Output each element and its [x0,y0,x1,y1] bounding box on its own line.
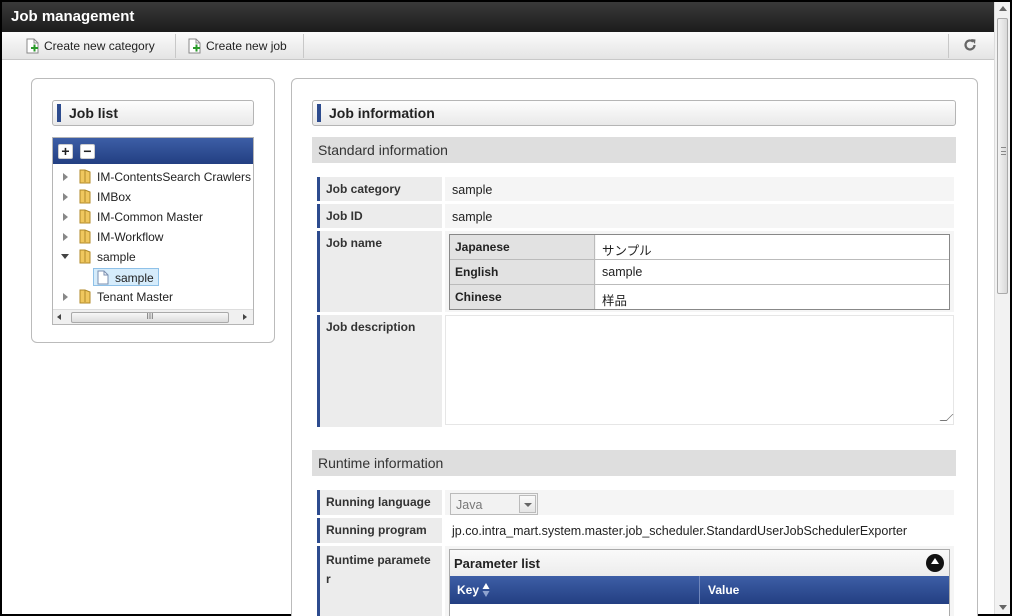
runtime-parameter-label-line1: Runtime paramete [326,553,431,567]
folder-icon [79,289,91,304]
window-title: Job management [2,2,994,32]
tree-node[interactable]: IM-Common Master [53,208,253,226]
expand-all-button[interactable]: + [58,144,73,159]
tree-node-label: sample [115,271,154,285]
running-language-label: Running language [317,490,442,515]
scroll-down-arrow[interactable] [999,605,1007,610]
running-program-label: Running program [317,518,442,543]
column-key-label: Key [457,583,480,597]
job-information-title: Job information [312,100,956,126]
job-list-panel: Job list + − IM-ContentsSearch Crawlers … [31,78,275,343]
folder-icon [79,169,91,184]
job-name-label: Job name [317,231,442,312]
scroll-left-arrow[interactable] [57,314,61,320]
create-job-label: Create new job [206,39,287,53]
job-description-label: Job description [317,315,442,427]
parameter-list-header: Parameter list [450,550,949,576]
job-name-english-input[interactable]: sample [596,260,949,284]
tree-node[interactable]: Tenant Master [53,288,253,306]
job-tree[interactable]: + − IM-ContentsSearch Crawlers IMBox IM-… [52,137,254,325]
create-category-label: Create new category [44,39,155,53]
scroll-up-arrow[interactable] [999,6,1007,11]
job-list-title: Job list [52,100,254,126]
expand-icon[interactable] [63,173,68,181]
document-icon [97,270,109,285]
tree-node-label: IM-Workflow [97,230,164,244]
running-program-value: jp.co.intra_mart.system.master.job_sched… [445,518,954,543]
running-language-select[interactable]: Java [450,493,538,515]
runtime-parameter-label: Runtime paramete r [317,546,442,616]
refresh-button[interactable] [948,34,994,58]
job-category-label: Job category [317,177,442,201]
runtime-information-header: Runtime information [312,450,956,476]
folder-icon [79,229,91,244]
collapse-up-icon[interactable] [926,554,944,572]
job-id-value: sample [445,204,954,228]
job-name-row-chinese: Chinese 样品 [450,285,949,310]
parameter-table-header: Key Value [450,576,949,604]
language-label: Japanese [450,235,595,259]
refresh-icon [964,39,976,51]
sort-icon[interactable] [482,582,490,598]
job-name-chinese-input[interactable]: 样品 [596,285,949,309]
toolbar: Create new category Create new job [2,32,994,60]
main-content: Job list + − IM-ContentsSearch Crawlers … [2,60,994,616]
job-name-row-english: English sample [450,260,949,285]
runtime-parameter-label-line2: r [326,572,331,586]
tree-node[interactable]: IMBox [53,188,253,206]
create-category-button[interactable]: Create new category [14,34,176,58]
collapse-icon[interactable] [61,254,69,259]
tree-node-label: sample [97,250,136,264]
resize-grip-icon[interactable] [939,414,954,421]
language-label: Chinese [450,285,595,309]
job-description-textarea[interactable] [445,315,954,425]
job-name-table: Japanese サンプル English sample Chinese 样品 [449,234,950,310]
folder-icon [79,249,91,264]
language-label: English [450,260,595,284]
tree-node-label: IM-ContentsSearch Crawlers [97,170,252,184]
tree-node[interactable]: IM-ContentsSearch Crawlers [53,168,253,186]
scroll-thumb[interactable]: III [71,312,229,323]
create-job-button[interactable]: Create new job [176,34,304,58]
column-key-header[interactable]: Key [450,576,700,604]
tree-horizontal-scrollbar[interactable]: III [53,309,253,324]
column-value-label: Value [708,583,740,597]
expand-icon[interactable] [63,293,68,301]
folder-icon [79,209,91,224]
standard-information-header: Standard information [312,137,956,163]
new-document-icon [188,38,201,54]
column-value-header[interactable]: Value [701,576,739,597]
page-vertical-scrollbar[interactable] [994,2,1010,614]
parameter-list-title: Parameter list [454,556,540,571]
tree-node-label: Tenant Master [97,290,174,304]
folder-icon [79,189,91,204]
tree-toolbar: + − [53,138,253,164]
tree-node-label: IM-Common Master [97,210,204,224]
new-document-icon [26,38,39,54]
job-category-value: sample [445,177,954,201]
scroll-thumb[interactable] [997,18,1008,294]
tree-node-selected[interactable]: sample [93,268,159,286]
collapse-all-button[interactable]: − [80,144,95,159]
parameter-list: Parameter list Key Value [449,549,950,616]
expand-icon[interactable] [63,193,68,201]
chevron-down-icon[interactable] [519,495,536,513]
running-language-value: Java [456,498,483,512]
tree-node[interactable]: sample [53,248,253,266]
job-id-label: Job ID [317,204,442,228]
expand-icon[interactable] [63,233,68,241]
tree-node-label: IMBox [97,190,132,204]
job-information-panel: Job information Standard information Job… [291,78,978,616]
job-name-row-japanese: Japanese サンプル [450,235,949,260]
expand-icon[interactable] [63,213,68,221]
job-name-japanese-input[interactable]: サンプル [596,235,949,259]
tree-node[interactable]: IM-Workflow [53,228,253,246]
scroll-right-arrow[interactable] [243,314,247,320]
